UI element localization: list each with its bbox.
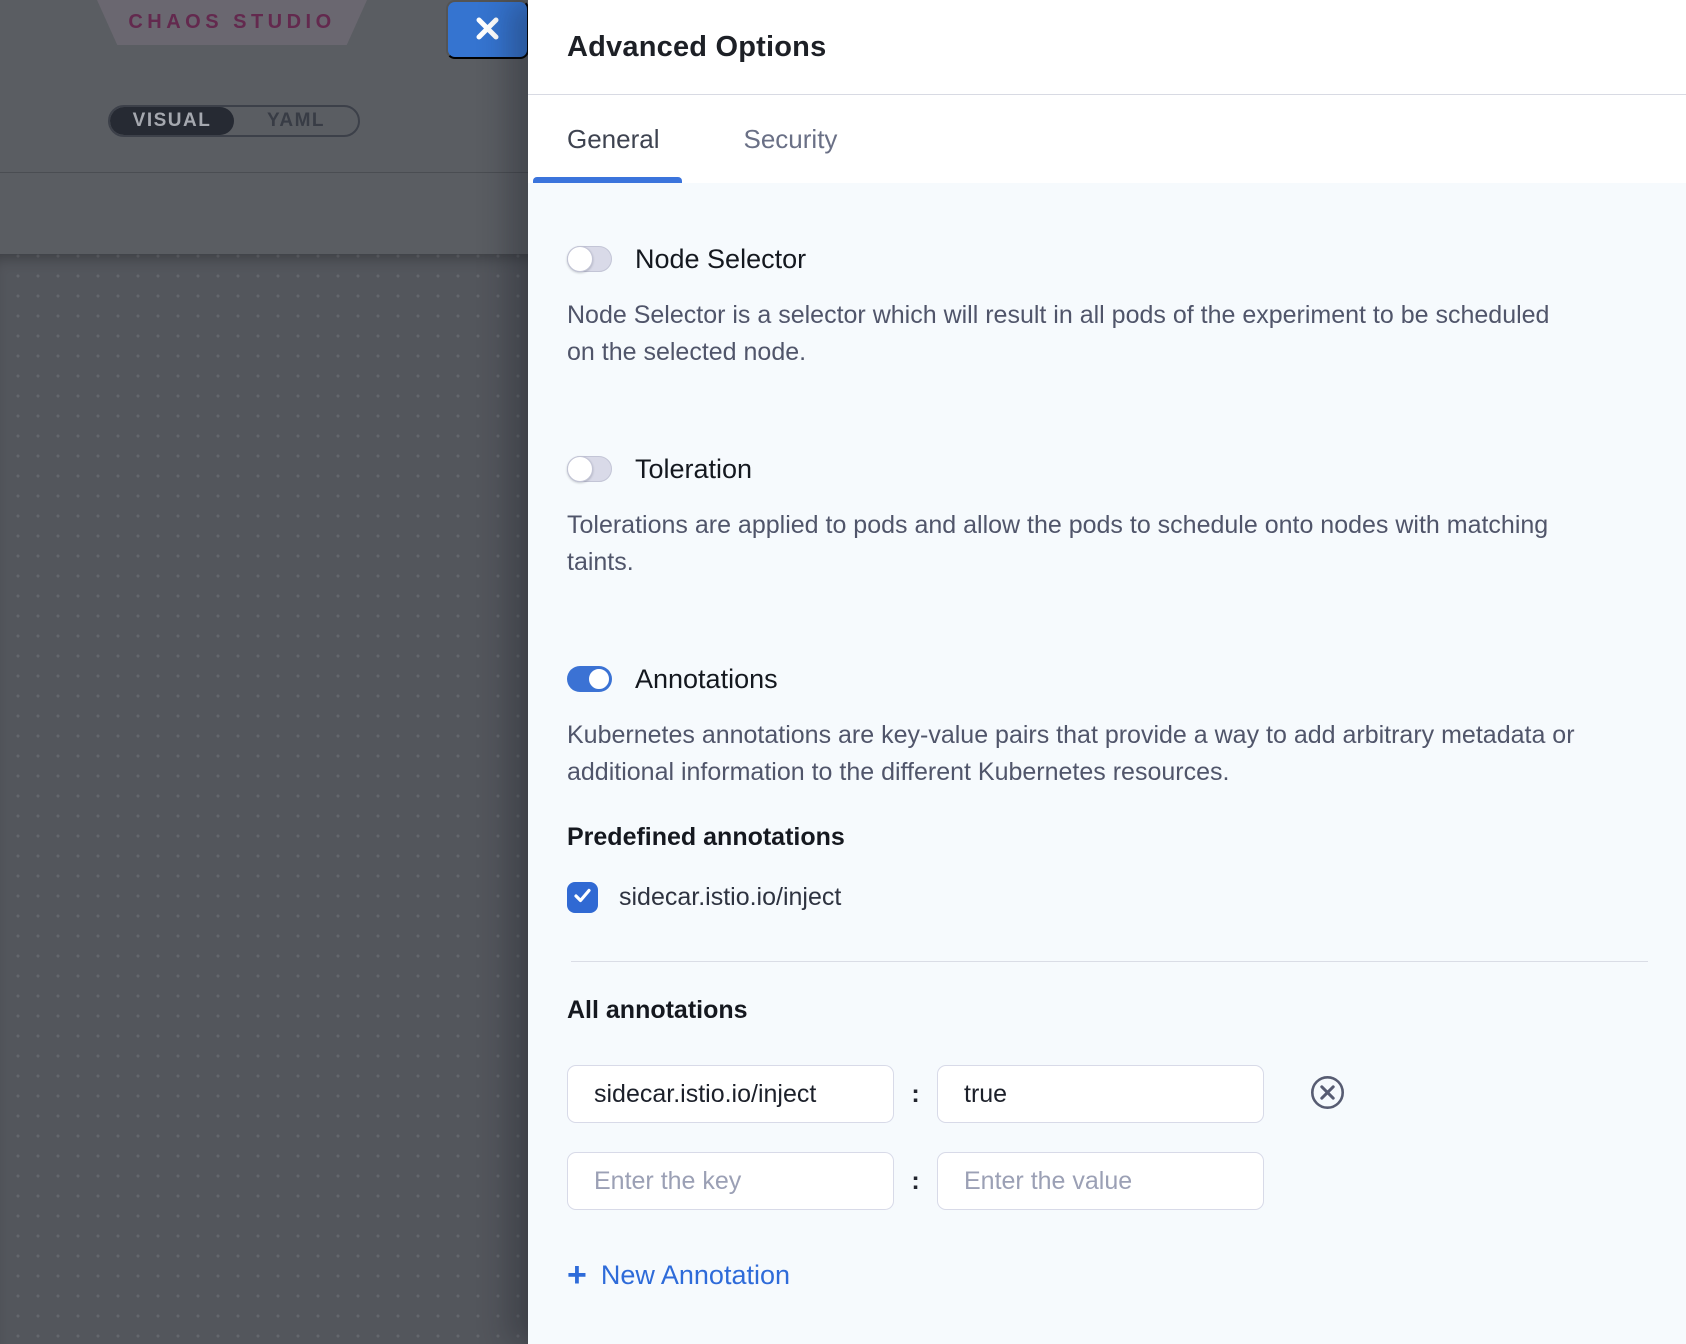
toleration-description: Tolerations are applied to pods and allo… xyxy=(567,507,1575,581)
annotation-key-input[interactable] xyxy=(567,1065,894,1123)
yaml-mode-tab[interactable]: YAML xyxy=(234,107,358,135)
sidecar-inject-checkbox[interactable] xyxy=(567,882,598,913)
drawer-tabs: General Security xyxy=(528,95,1686,183)
all-annotations-heading: All annotations xyxy=(567,996,1610,1025)
key-value-separator: : xyxy=(894,1080,937,1109)
toleration-label: Toleration xyxy=(635,454,752,485)
active-tab-underline xyxy=(533,177,682,183)
annotation-row: : xyxy=(567,1152,1610,1210)
node-selector-row: Node Selector xyxy=(567,245,1610,273)
studio-banner: CHAOS STUDIO xyxy=(97,0,367,45)
drawer-close-button[interactable] xyxy=(446,0,529,59)
toggle-knob xyxy=(567,456,593,482)
annotations-row: Annotations xyxy=(567,665,1610,693)
plus-icon: + xyxy=(567,1262,587,1289)
close-icon xyxy=(474,15,501,45)
remove-annotation-button[interactable] xyxy=(1306,1073,1348,1115)
node-selector-toggle[interactable] xyxy=(567,246,612,272)
toggle-knob xyxy=(587,667,611,691)
key-value-separator: : xyxy=(894,1167,937,1196)
advanced-options-drawer: Advanced Options General Security Node S… xyxy=(528,0,1686,1344)
visual-yaml-toggle: VISUAL YAML xyxy=(108,105,360,137)
annotations-toggle[interactable] xyxy=(567,666,612,692)
annotations-description: Kubernetes annotations are key-value pai… xyxy=(567,717,1575,791)
annotation-value-input[interactable] xyxy=(937,1152,1264,1210)
annotation-value-input[interactable] xyxy=(937,1065,1264,1123)
annotations-section-divider xyxy=(571,961,1648,962)
new-annotation-button[interactable]: + New Annotation xyxy=(567,1260,790,1291)
sidecar-inject-checkbox-label: sidecar.istio.io/inject xyxy=(619,883,841,912)
chaos-studio-workspace: CHAOS STUDIO VISUAL YAML xyxy=(0,0,528,1344)
tab-security[interactable]: Security xyxy=(744,124,838,155)
new-annotation-label: New Annotation xyxy=(601,1260,790,1291)
annotations-label: Annotations xyxy=(635,664,778,695)
pipeline-canvas xyxy=(0,254,528,1344)
studio-banner-title: CHAOS STUDIO xyxy=(128,11,335,34)
drawer-title: Advanced Options xyxy=(567,31,826,64)
drawer-header: Advanced Options xyxy=(528,0,1686,95)
annotation-row: : xyxy=(567,1065,1610,1123)
annotation-key-input[interactable] xyxy=(567,1152,894,1210)
remove-circle-x-icon xyxy=(1309,1074,1346,1114)
visual-mode-tab[interactable]: VISUAL xyxy=(110,107,234,135)
node-selector-description: Node Selector is a selector which will r… xyxy=(567,297,1575,371)
general-tab-content: Node Selector Node Selector is a selecto… xyxy=(528,183,1686,1344)
tab-general[interactable]: General xyxy=(567,124,660,155)
toleration-row: Toleration xyxy=(567,455,1610,483)
predefined-annotation-row: sidecar.istio.io/inject xyxy=(567,882,1610,913)
check-icon xyxy=(572,885,593,911)
workspace-header-divider xyxy=(0,172,528,173)
predefined-annotations-heading: Predefined annotations xyxy=(567,823,1610,852)
toleration-toggle[interactable] xyxy=(567,456,612,482)
node-selector-label: Node Selector xyxy=(635,244,806,275)
toggle-knob xyxy=(567,246,593,272)
